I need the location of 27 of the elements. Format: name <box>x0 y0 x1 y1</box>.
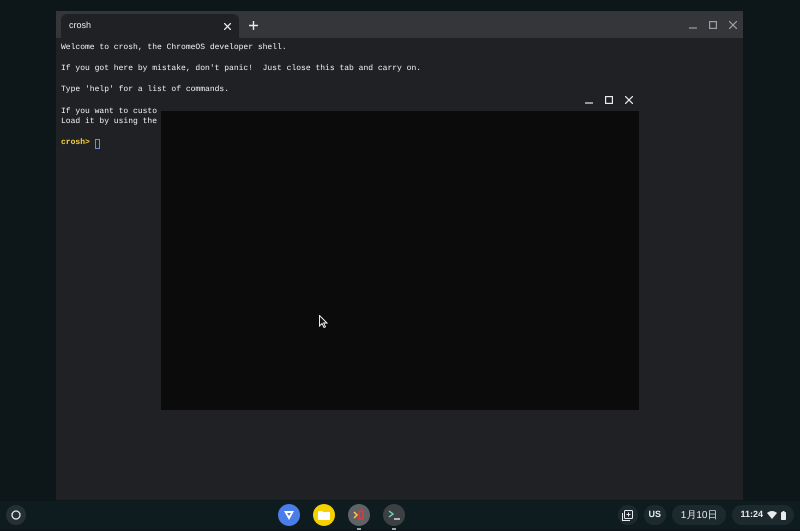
browser-tab[interactable]: crosh <box>61 14 239 38</box>
running-indicator <box>357 528 362 530</box>
clock-time: 11:24 <box>740 508 763 522</box>
new-tab-icon[interactable] <box>249 21 258 30</box>
running-indicator <box>392 528 396 530</box>
terminal-line: If you got here by mistake, don't panic! Just close this tab and carry on. <box>61 64 422 75</box>
screen-capture-button[interactable] <box>618 505 638 525</box>
terminal-line: Load it by using the <box>61 117 158 128</box>
terminal-line: If you want to custo <box>61 106 158 117</box>
shell-prompt: crosh> <box>61 138 90 149</box>
terminal-line: Type 'help' for a list of commands. <box>61 85 230 96</box>
wifi-icon <box>767 511 777 519</box>
files-app-icon[interactable] <box>313 504 336 526</box>
circle-icon <box>11 510 21 520</box>
screen-capture-icon <box>622 510 634 520</box>
tab-title: crosh <box>69 19 92 32</box>
terminal-app-icon[interactable] <box>383 504 406 526</box>
text-cursor <box>94 138 100 149</box>
launcher-button[interactable] <box>6 505 26 525</box>
input-method-button[interactable]: US <box>644 505 666 525</box>
date-button[interactable]: 1月10日 <box>672 505 726 525</box>
mouse-pointer-icon <box>319 315 328 328</box>
status-tray[interactable]: 11:24 <box>732 505 794 525</box>
app-icon[interactable] <box>278 504 300 526</box>
terminal-line: Welcome to crosh, the ChromeOS developer shell. <box>61 43 287 54</box>
battery-icon <box>781 510 786 520</box>
crosh-app-icon[interactable] <box>348 504 370 526</box>
